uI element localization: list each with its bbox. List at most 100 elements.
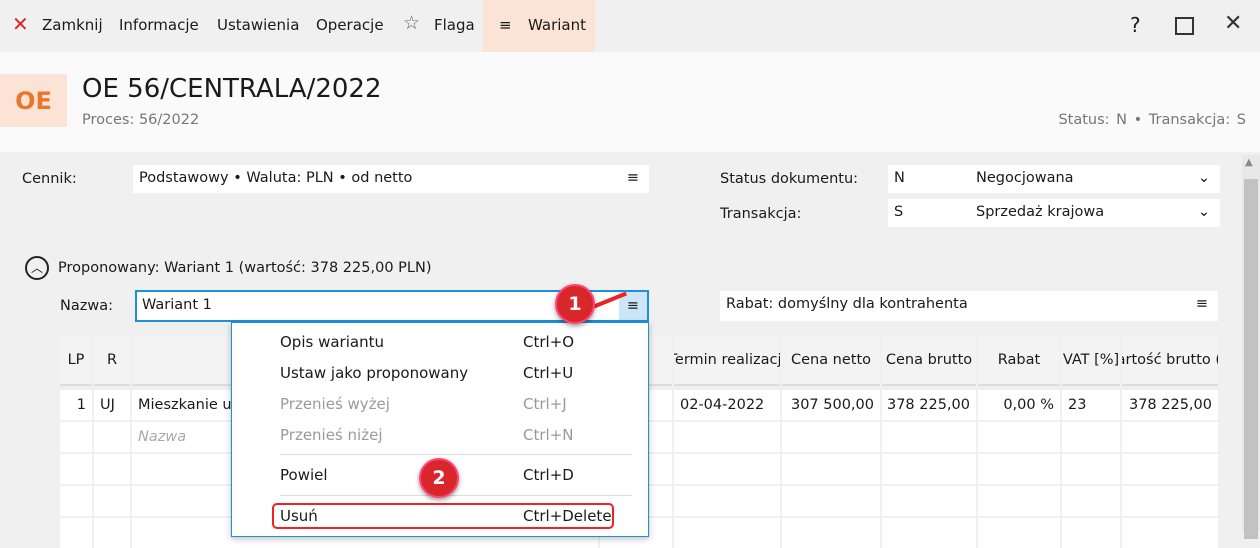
menu-item-shortcut: Ctrl+U bbox=[523, 364, 574, 382]
document-header: OE OE 56/CENTRALA/2022 Proces: 56/2022 S… bbox=[0, 52, 1260, 152]
table-cell: 0,00 % bbox=[978, 390, 1060, 420]
page-title: OE 56/CENTRALA/2022 bbox=[82, 74, 382, 104]
empty-cell bbox=[1122, 454, 1218, 484]
menu-item[interactable]: Przenieś niżej Ctrl+N bbox=[280, 426, 610, 444]
empty-cell bbox=[882, 422, 976, 452]
variant-section-title: Proponowany: Wariant 1 (wartość: 378 225… bbox=[58, 260, 432, 276]
empty-cell bbox=[60, 486, 92, 516]
menu-separator bbox=[280, 454, 632, 455]
empty-cell bbox=[882, 454, 976, 484]
table-cell: UJ bbox=[94, 390, 130, 420]
menu-item-label: Opis wariantu bbox=[280, 333, 384, 351]
table-cell: 02-04-2022 bbox=[674, 390, 780, 420]
menu-icon[interactable]: ≡ bbox=[1196, 296, 1208, 312]
menu-item[interactable]: Przenieś wyżej Ctrl+J bbox=[280, 395, 610, 413]
menu-icon[interactable]: ≡ bbox=[627, 170, 639, 186]
close-window-icon[interactable]: ✕ bbox=[1224, 11, 1242, 36]
process-value: 56/2022 bbox=[138, 112, 200, 128]
empty-cell bbox=[60, 454, 92, 484]
status-text: Negocjowana bbox=[976, 170, 1074, 186]
empty-cell bbox=[1062, 486, 1120, 516]
column-header[interactable]: LP bbox=[60, 336, 92, 386]
settings-button[interactable]: Ustawienia bbox=[217, 16, 299, 34]
info-button[interactable]: Informacje bbox=[119, 16, 199, 34]
operations-button[interactable]: Operacje bbox=[316, 16, 384, 34]
empty-cell bbox=[674, 518, 780, 548]
menu-item-shortcut: Ctrl+J bbox=[523, 395, 567, 413]
menu-item-label: Powiel bbox=[280, 466, 328, 484]
menu-item-label: Przenieś wyżej bbox=[280, 395, 390, 413]
empty-cell bbox=[978, 518, 1060, 548]
rabat-field[interactable]: Rabat: domyślny dla kontrahenta ≡ bbox=[720, 291, 1218, 321]
maximize-icon[interactable] bbox=[1175, 17, 1194, 35]
empty-cell bbox=[674, 486, 780, 516]
trans-text: Sprzedaż krajowa bbox=[976, 204, 1105, 220]
trans-code: S bbox=[894, 204, 904, 220]
empty-cell bbox=[94, 518, 130, 548]
empty-cell bbox=[1122, 518, 1218, 548]
column-header[interactable]: Cena netto bbox=[782, 336, 880, 386]
column-header[interactable]: Wartość brutto (R) bbox=[1122, 336, 1218, 386]
menu-item-shortcut: Ctrl+N bbox=[523, 426, 574, 444]
status-select[interactable]: N Negocjowana ⌄ bbox=[888, 165, 1220, 193]
close-icon[interactable]: ✕ bbox=[12, 12, 29, 36]
menu-item-label: Przenieś niżej bbox=[280, 426, 383, 444]
trans-select[interactable]: S Sprzedaż krajowa ⌄ bbox=[888, 199, 1220, 227]
status-code: N bbox=[894, 170, 905, 186]
doc-type-badge: OE bbox=[0, 74, 67, 127]
annotation-badge-1: 1 bbox=[555, 284, 595, 324]
empty-cell bbox=[1122, 422, 1218, 452]
name-label: Nazwa: bbox=[60, 298, 113, 314]
column-header[interactable]: Rabat bbox=[978, 336, 1060, 386]
column-header[interactable]: R bbox=[94, 336, 130, 386]
empty-cell bbox=[978, 486, 1060, 516]
status-label: Status: bbox=[1058, 112, 1110, 128]
chevron-down-icon: ⌄ bbox=[1197, 170, 1210, 186]
empty-cell bbox=[1062, 518, 1120, 548]
variant-label: Wariant bbox=[528, 16, 586, 34]
empty-cell bbox=[782, 486, 880, 516]
rabat-value: Rabat: domyślny dla kontrahenta bbox=[726, 296, 968, 312]
scrollbar[interactable]: ▲ bbox=[1242, 155, 1260, 539]
table-cell: 378 225,00 bbox=[882, 390, 976, 420]
status-doc-label: Status dokumentu: bbox=[720, 171, 859, 187]
table-cell: 23 bbox=[1062, 390, 1120, 420]
trans-label: Transakcja: bbox=[1148, 112, 1231, 128]
empty-cell bbox=[674, 454, 780, 484]
empty-cell bbox=[60, 518, 92, 548]
table-cell: 307 500,00 bbox=[782, 390, 880, 420]
star-icon[interactable]: ☆ bbox=[403, 12, 420, 34]
status-value: N bbox=[1116, 112, 1128, 128]
separator: • bbox=[1133, 112, 1143, 128]
empty-cell bbox=[882, 486, 976, 516]
menu-separator bbox=[280, 495, 632, 496]
empty-cell bbox=[94, 486, 130, 516]
menu-item[interactable]: Ustaw jako proponowany Ctrl+U bbox=[280, 364, 610, 382]
column-header[interactable]: VAT [%] bbox=[1062, 336, 1120, 386]
empty-cell bbox=[60, 422, 92, 452]
cennik-label: Cennik: bbox=[22, 171, 77, 187]
flag-button[interactable]: Flaga bbox=[434, 16, 475, 34]
empty-cell bbox=[978, 454, 1060, 484]
cennik-field[interactable]: Podstawowy • Waluta: PLN • od netto ≡ bbox=[133, 165, 649, 193]
empty-cell bbox=[782, 454, 880, 484]
trans-value: S bbox=[1236, 112, 1246, 128]
annotation-highlight bbox=[272, 503, 614, 529]
variant-tab[interactable]: ≡ Wariant bbox=[483, 0, 595, 52]
annotation-badge-2: 2 bbox=[419, 458, 459, 498]
empty-cell bbox=[1122, 486, 1218, 516]
menu-item-label: Ustaw jako proponowany bbox=[280, 364, 469, 382]
empty-cell bbox=[674, 422, 780, 452]
column-header[interactable]: Termin realizacji bbox=[674, 336, 780, 386]
chevron-down-icon: ⌄ bbox=[1197, 204, 1210, 220]
column-header[interactable]: Cena brutto bbox=[882, 336, 976, 386]
close-button[interactable]: Zamknij bbox=[42, 16, 103, 34]
menu-item[interactable]: Opis wariantu Ctrl+O bbox=[280, 333, 610, 351]
help-button[interactable]: ? bbox=[1130, 13, 1141, 37]
empty-cell bbox=[978, 422, 1060, 452]
table-cell: 1 bbox=[60, 390, 92, 420]
menu-item-shortcut: Ctrl+O bbox=[523, 333, 575, 351]
collapse-icon[interactable]: ︿ bbox=[25, 256, 49, 280]
variant-name-value: Wariant 1 bbox=[142, 297, 212, 313]
menu-icon: ≡ bbox=[499, 16, 512, 34]
